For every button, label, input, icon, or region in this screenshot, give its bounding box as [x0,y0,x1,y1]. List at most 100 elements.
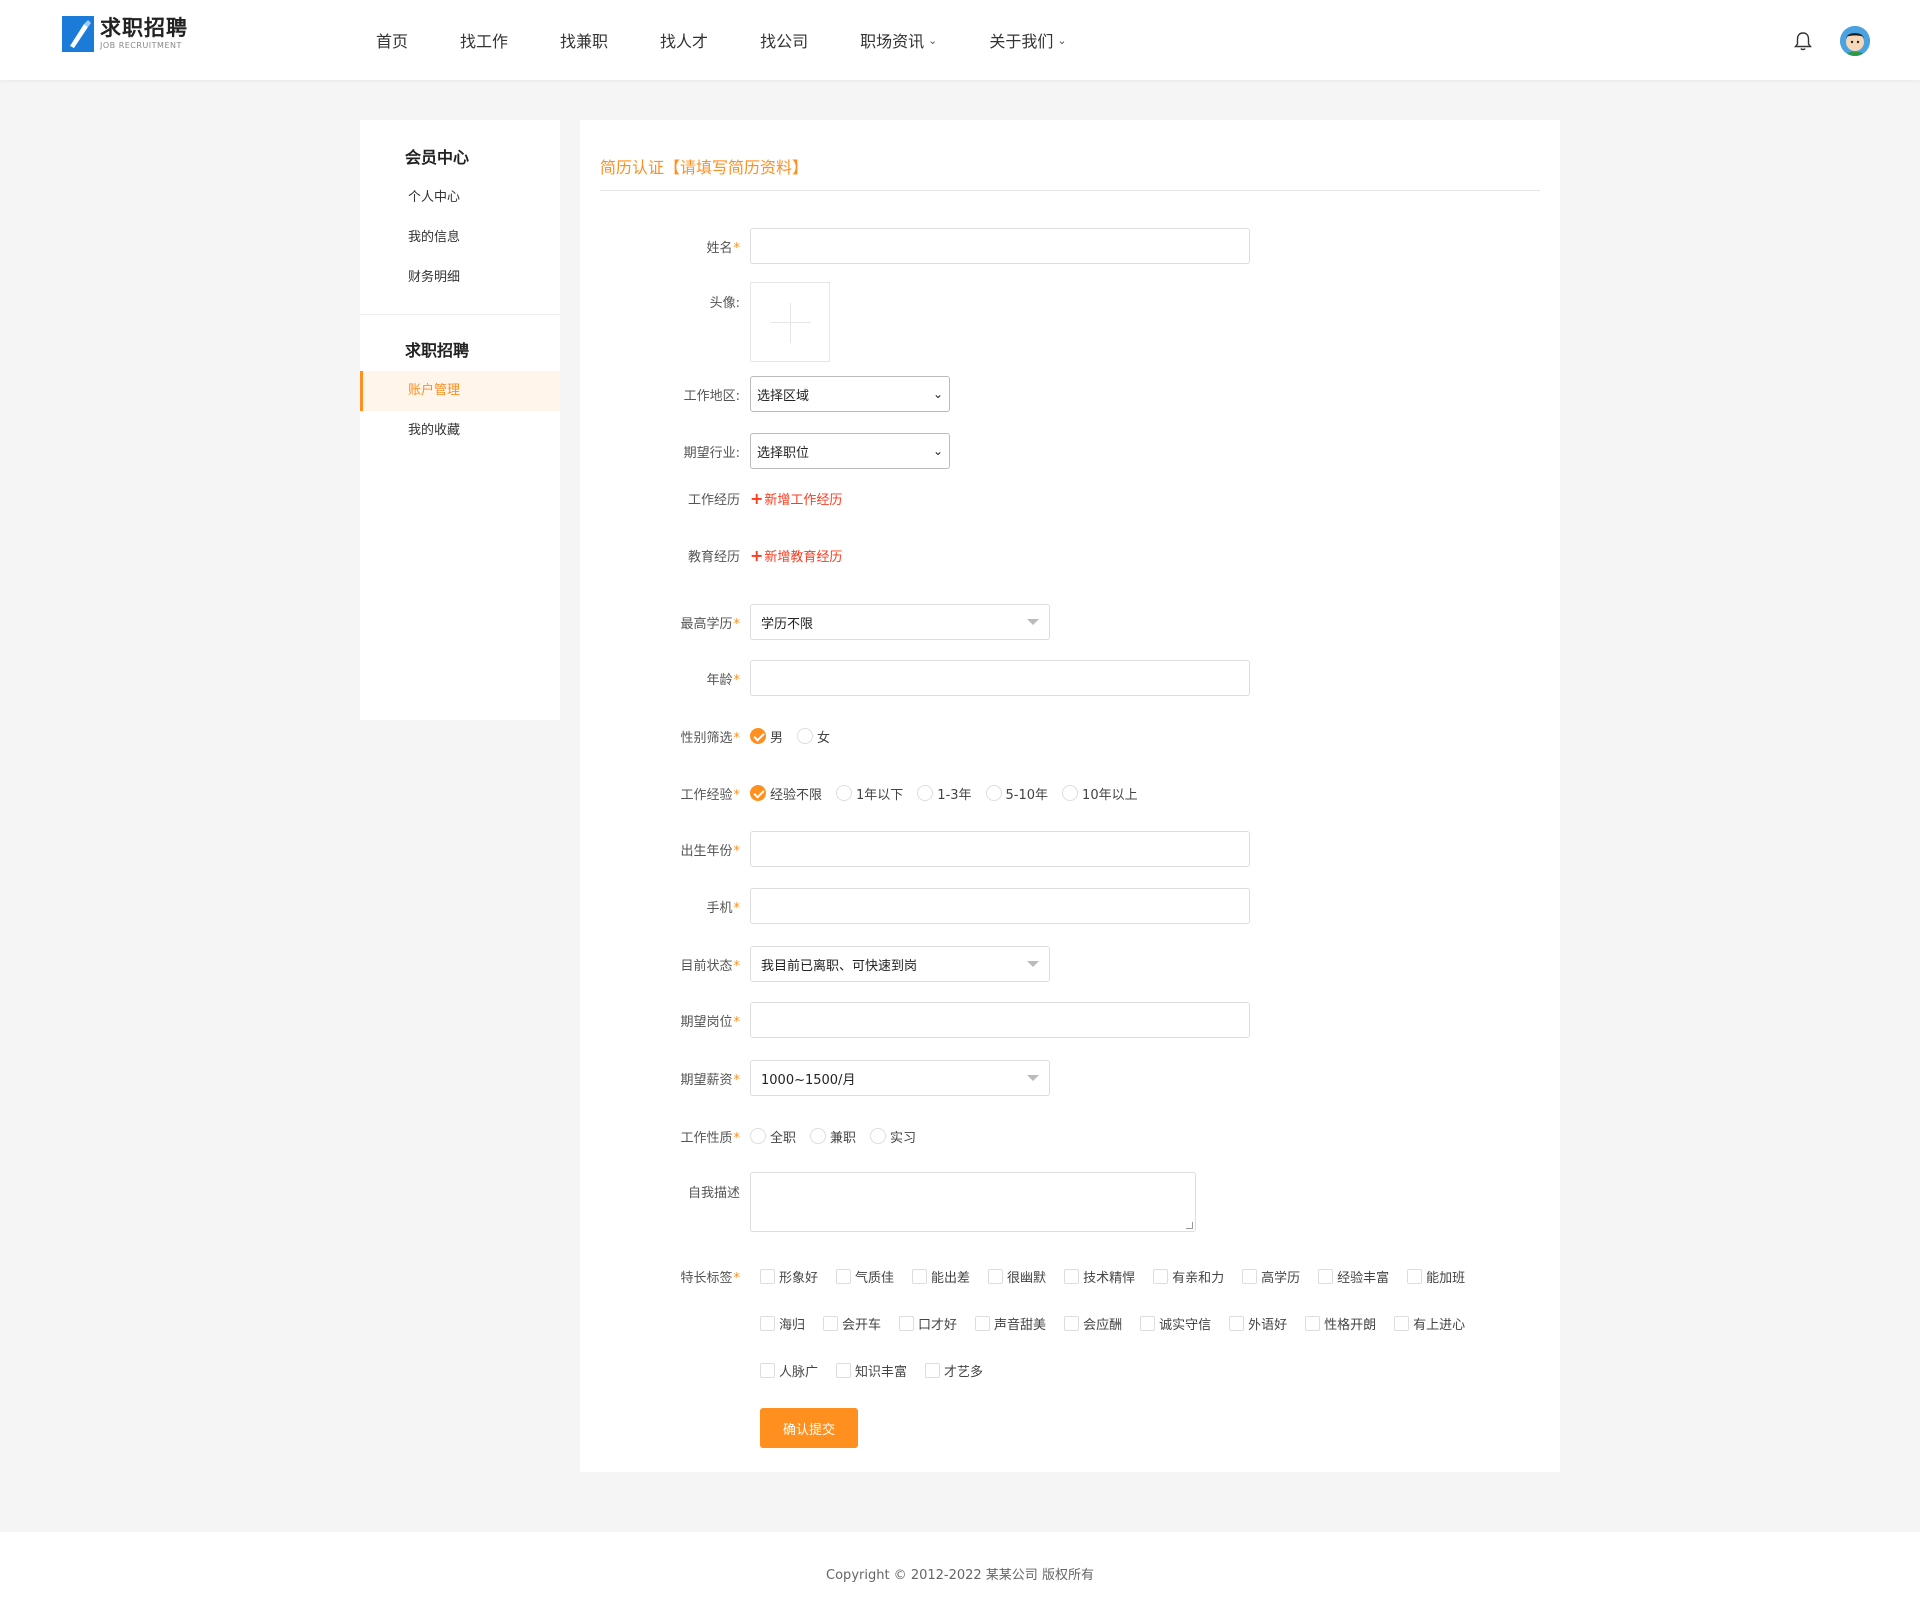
skill-tags: 形象好 气质佳 能出差 很幽默 技术精悍 有亲和力 高学历 经验丰富 能加班 海… [760,1266,1520,1380]
degree-label: 最高学历 [680,616,733,632]
nav-find-talent[interactable]: 找人才 [660,28,708,52]
site-logo[interactable]: 求职招聘 JOB RECRUITMENT [62,16,188,52]
phone-input[interactable] [750,888,1250,924]
sidebar-item-finance[interactable]: 财务明细 [360,258,560,298]
sidebar-divider [360,314,560,315]
nav-about-us[interactable]: 关于我们 ⌄ [989,28,1066,52]
experience-radio-any[interactable]: 经验不限 [750,784,822,803]
industry-label: 期望行业: [683,445,740,461]
gender-radio-male[interactable]: 男 [750,727,783,746]
age-input[interactable] [750,660,1250,696]
tag-checkbox[interactable]: 诚实守信 [1140,1314,1211,1333]
radio-icon [810,1128,827,1144]
nav-find-company[interactable]: 找公司 [760,28,808,52]
sidebar-item-personal-center[interactable]: 个人中心 [360,178,560,218]
jobtype-radio-fulltime[interactable]: 全职 [750,1127,796,1146]
tag-checkbox[interactable]: 会应酬 [1064,1314,1122,1333]
tag-row: 形象好 气质佳 能出差 很幽默 技术精悍 有亲和力 高学历 经验丰富 能加班 [760,1266,1520,1286]
page-title: 简历认证【请填写简历资料】 [600,158,809,177]
experience-radio-10-plus[interactable]: 10年以上 [1062,784,1138,803]
salary-label: 期望薪资 [680,1072,733,1088]
industry-select[interactable]: 选择职位 ⌄ [750,433,950,469]
tag-checkbox[interactable]: 外语好 [1229,1314,1287,1333]
avatar-label: 头像: [709,296,740,311]
chevron-down-icon: ⌄ [932,444,943,458]
birth-year-input[interactable] [750,831,1250,867]
work-exp-row: 工作经历 + 新增工作经历 [580,488,842,508]
position-input[interactable] [750,1002,1250,1038]
tag-checkbox[interactable]: 能出差 [912,1267,970,1286]
jobtype-radio-parttime[interactable]: 兼职 [810,1127,856,1146]
tag-checkbox[interactable]: 知识丰富 [836,1361,907,1380]
tag-checkbox[interactable]: 很幽默 [988,1267,1046,1286]
degree-row: 最高学历* 学历不限 [580,604,1050,640]
checkbox-icon [1242,1268,1258,1284]
salary-select[interactable]: 1000~1500/月 [750,1060,1050,1096]
checkbox-icon [1140,1315,1156,1331]
sidebar-item-account-management[interactable]: 账户管理 [360,371,560,411]
jobtype-radio-intern[interactable]: 实习 [870,1127,916,1146]
self-description-textarea[interactable] [750,1172,1196,1232]
add-edu-link[interactable]: + 新增教育经历 [750,546,842,565]
tag-row: 人脉广 知识丰富 才艺多 [760,1360,1520,1380]
gender-label: 性别筛选 [680,730,733,746]
copyright-text: Copyright © 2012-2022 某某公司 版权所有 [826,1568,1094,1583]
nav-find-job[interactable]: 找工作 [460,28,508,52]
tag-checkbox[interactable]: 海归 [760,1314,805,1333]
submit-button[interactable]: 确认提交 [760,1408,858,1448]
tag-checkbox[interactable]: 经验丰富 [1318,1267,1389,1286]
sidebar-group-title: 会员中心 [405,148,470,167]
checkbox-icon [1229,1315,1245,1331]
avatar-upload-plus-icon[interactable] [750,282,830,362]
tag-checkbox[interactable]: 声音甜美 [975,1314,1046,1333]
desc-label: 自我描述 [687,1186,740,1201]
age-label: 年龄 [706,672,733,688]
experience-radio-under-1[interactable]: 1年以下 [836,784,903,803]
tag-checkbox[interactable]: 高学历 [1242,1267,1300,1286]
checkbox-icon [760,1268,775,1284]
tag-checkbox[interactable]: 有上进心 [1394,1314,1465,1333]
experience-radio-5-10[interactable]: 5-10年 [985,784,1048,803]
sidebar-item-my-favorites[interactable]: 我的收藏 [360,411,560,451]
tag-checkbox[interactable]: 口才好 [899,1314,957,1333]
resume-form-panel: 简历认证【请填写简历资料】 姓名* 头像: 工作地区: 选择区域 ⌄ 期望行业:… [580,120,1560,1472]
caret-down-icon [1027,1075,1039,1081]
nav-find-parttime[interactable]: 找兼职 [560,28,608,52]
sidebar-item-my-info[interactable]: 我的信息 [360,218,560,258]
area-select[interactable]: 选择区域 ⌄ [750,376,950,412]
gender-radio-female[interactable]: 女 [797,727,830,746]
degree-select[interactable]: 学历不限 [750,604,1050,640]
tag-checkbox[interactable]: 气质佳 [836,1267,894,1286]
chevron-down-icon: ⌄ [1057,33,1067,47]
plus-icon: + [750,545,764,565]
tag-checkbox[interactable]: 才艺多 [925,1361,983,1380]
experience-label: 工作经验 [680,787,733,803]
checkbox-icon [1305,1315,1321,1331]
tag-checkbox[interactable]: 形象好 [760,1267,818,1286]
area-label: 工作地区: [683,388,740,404]
tag-checkbox[interactable]: 技术精悍 [1064,1267,1135,1286]
checkbox-icon [836,1362,852,1378]
bell-icon[interactable] [1792,30,1814,52]
name-label: 姓名 [706,240,733,256]
tag-checkbox[interactable]: 会开车 [823,1314,881,1333]
tag-checkbox[interactable]: 人脉广 [760,1361,818,1380]
user-avatar-icon[interactable] [1840,26,1870,56]
experience-row: 工作经验* 经验不限 1年以下 1-3年 5-10年 10年以上 [580,783,1152,803]
tag-checkbox[interactable]: 有亲和力 [1153,1267,1224,1286]
add-work-exp-link[interactable]: + 新增工作经历 [750,489,842,508]
name-input[interactable] [750,228,1250,264]
nav-home[interactable]: 首页 [376,28,408,52]
jobtype-row: 工作性质* 全职 兼职 实习 [580,1126,930,1146]
status-select[interactable]: 我目前已离职、可快速到岗 [750,946,1050,982]
tag-checkbox[interactable]: 性格开朗 [1305,1314,1376,1333]
tag-checkbox[interactable]: 能加班 [1407,1267,1465,1286]
nav-career-news[interactable]: 职场资讯 ⌄ [860,28,937,52]
checkbox-icon [1318,1268,1334,1284]
caret-down-icon [1027,619,1039,625]
logo-title: 求职招聘 [100,16,188,40]
checkbox-icon [760,1315,775,1331]
radio-icon [750,1128,766,1144]
logo-subtitle: JOB RECRUITMENT [100,41,182,50]
experience-radio-1-3[interactable]: 1-3年 [917,784,972,803]
